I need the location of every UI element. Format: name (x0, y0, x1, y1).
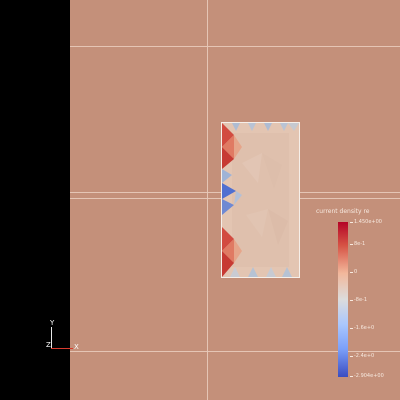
current-density-field[interactable] (221, 122, 300, 278)
legend-label: -2.904e+00 (354, 373, 384, 379)
legend-label: 0 (354, 269, 358, 275)
legend-label: -1.6e+0 (354, 325, 375, 331)
legend-label: 1.450e+00 (354, 219, 382, 225)
legend-label: 8e-1 (354, 241, 366, 247)
grid-line-vertical (207, 0, 208, 400)
legend-tick (350, 328, 353, 329)
color-legend: current density re 1.450e+00 8e-1 0 -8e-… (316, 208, 400, 379)
orientation-axes: Y Z X (38, 318, 88, 358)
legend-tick (350, 376, 353, 377)
legend-label: -2.4e+0 (354, 353, 375, 359)
legend-tick (350, 356, 353, 357)
x-axis-label: X (74, 343, 79, 351)
x-axis-line (51, 348, 73, 349)
legend-tick (350, 222, 353, 223)
legend-title: current density re (316, 208, 370, 215)
field-inner (232, 133, 289, 267)
y-axis-line (51, 327, 52, 349)
legend-label: -8e-1 (354, 297, 368, 303)
grid-line-horizontal (70, 46, 400, 47)
legend-tick (350, 300, 353, 301)
legend-tick (350, 244, 353, 245)
z-axis-label: Z (46, 341, 51, 349)
legend-tick (350, 272, 353, 273)
legend-colorbar (338, 222, 348, 377)
y-axis-label: Y (50, 319, 55, 327)
render-viewport[interactable]: current density re 1.450e+00 8e-1 0 -8e-… (70, 0, 400, 400)
